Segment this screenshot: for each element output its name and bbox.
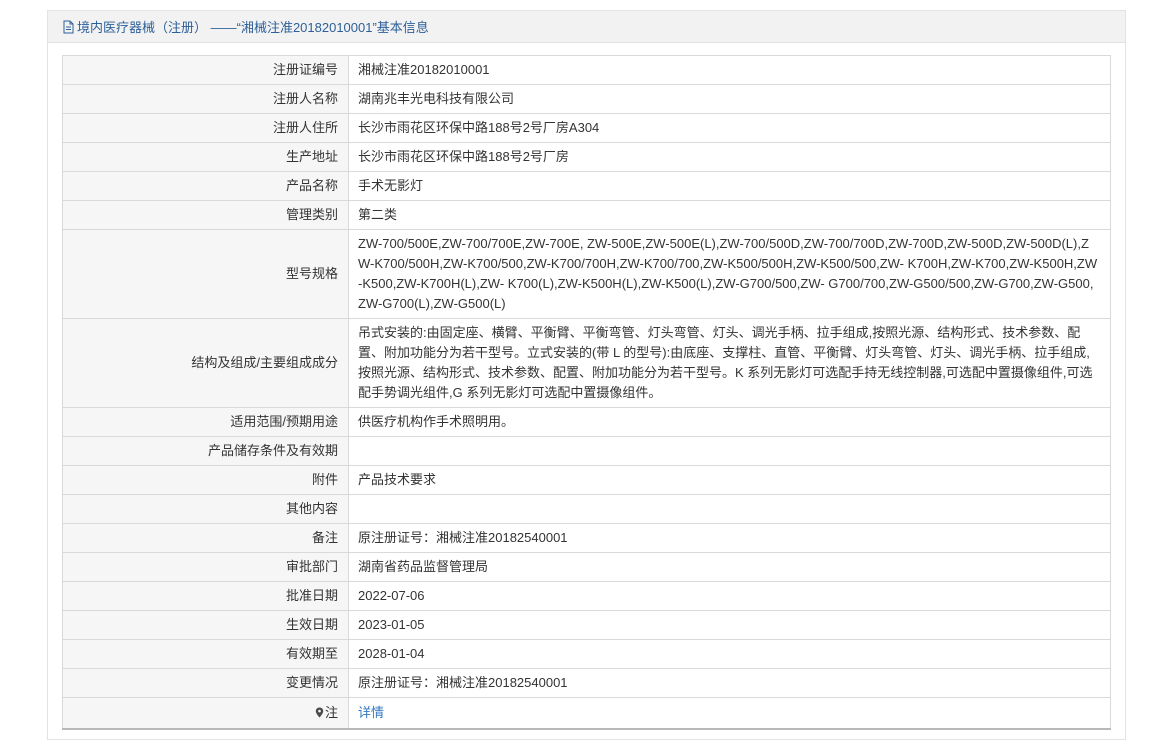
row-label: 生效日期 xyxy=(62,610,349,640)
row-label: 管理类别 xyxy=(62,200,349,230)
row-value: 手术无影灯 xyxy=(348,171,1111,201)
panel-header: 境内医疗器械（注册） ——“湘械注准20182010001”基本信息 xyxy=(48,11,1125,43)
row-value xyxy=(348,436,1111,466)
row-label: 备注 xyxy=(62,523,349,553)
row-label: 产品储存条件及有效期 xyxy=(62,436,349,466)
row-value: 原注册证号：湘械注准20182540001 xyxy=(348,668,1111,698)
row-value: 湘械注准20182010001 xyxy=(348,55,1111,85)
row-registrant-name: 注册人名称 湖南兆丰光电科技有限公司 xyxy=(62,84,1111,114)
row-value: ZW-700/500E,ZW-700/700E,ZW-700E, ZW-500E… xyxy=(348,229,1111,319)
row-value xyxy=(348,494,1111,524)
row-other-content: 其他内容 xyxy=(62,494,1111,524)
row-structure-composition: 结构及组成/主要组成成分 吊式安装的:由固定座、横臂、平衡臂、平衡弯管、灯头弯管… xyxy=(62,318,1111,408)
row-attachments: 附件 产品技术要求 xyxy=(62,465,1111,495)
row-value: 湖南兆丰光电科技有限公司 xyxy=(348,84,1111,114)
row-registration-number: 注册证编号 湘械注准20182010001 xyxy=(62,55,1111,85)
row-value: 供医疗机构作手术照明用。 xyxy=(348,407,1111,437)
row-remarks: 备注 原注册证号：湘械注准20182540001 xyxy=(62,523,1111,553)
note-label: 注 xyxy=(324,705,338,720)
row-label: 注册证编号 xyxy=(62,55,349,85)
panel-title: 境内医疗器械（注册） ——“湘械注准20182010001”基本信息 xyxy=(77,20,429,35)
info-panel: 境内医疗器械（注册） ——“湘械注准20182010001”基本信息 注册证编号… xyxy=(47,10,1126,740)
row-label: 生产地址 xyxy=(62,142,349,172)
row-effective-date: 生效日期 2023-01-05 xyxy=(62,610,1111,640)
row-value: 产品技术要求 xyxy=(348,465,1111,495)
row-label: 产品名称 xyxy=(62,171,349,201)
row-storage-conditions: 产品储存条件及有效期 xyxy=(62,436,1111,466)
note-label-cell: 注 xyxy=(62,697,349,730)
row-label: 有效期至 xyxy=(62,639,349,669)
row-model-spec: 型号规格 ZW-700/500E,ZW-700/700E,ZW-700E, ZW… xyxy=(62,229,1111,319)
row-label: 适用范围/预期用途 xyxy=(62,407,349,437)
note-value-cell: 详情 xyxy=(348,697,1111,730)
row-label: 审批部门 xyxy=(62,552,349,582)
document-icon xyxy=(62,20,75,34)
row-value: 2022-07-06 xyxy=(348,581,1111,611)
row-value: 吊式安装的:由固定座、横臂、平衡臂、平衡弯管、灯头弯管、灯头、调光手柄、拉手组成… xyxy=(348,318,1111,408)
row-label: 附件 xyxy=(62,465,349,495)
marker-icon xyxy=(315,704,324,718)
row-management-category: 管理类别 第二类 xyxy=(62,200,1111,230)
row-label: 变更情况 xyxy=(62,668,349,698)
row-value: 湖南省药品监督管理局 xyxy=(348,552,1111,582)
row-expiry-date: 有效期至 2028-01-04 xyxy=(62,639,1111,669)
row-label: 其他内容 xyxy=(62,494,349,524)
row-value: 2028-01-04 xyxy=(348,639,1111,669)
row-value: 长沙市雨花区环保中路188号2号厂房A304 xyxy=(348,113,1111,143)
row-value: 长沙市雨花区环保中路188号2号厂房 xyxy=(348,142,1111,172)
row-approval-date: 批准日期 2022-07-06 xyxy=(62,581,1111,611)
row-label: 注册人住所 xyxy=(62,113,349,143)
row-production-address: 生产地址 长沙市雨花区环保中路188号2号厂房 xyxy=(62,142,1111,172)
row-label: 注册人名称 xyxy=(62,84,349,114)
row-registrant-address: 注册人住所 长沙市雨花区环保中路188号2号厂房A304 xyxy=(62,113,1111,143)
row-product-name: 产品名称 手术无影灯 xyxy=(62,171,1111,201)
details-link[interactable]: 详情 xyxy=(358,705,384,720)
row-value: 原注册证号：湘械注准20182540001 xyxy=(348,523,1111,553)
row-approval-department: 审批部门 湖南省药品监督管理局 xyxy=(62,552,1111,582)
row-intended-use: 适用范围/预期用途 供医疗机构作手术照明用。 xyxy=(62,407,1111,437)
row-value: 2023-01-05 xyxy=(348,610,1111,640)
row-label: 批准日期 xyxy=(62,581,349,611)
panel-body: 注册证编号 湘械注准20182010001 注册人名称 湖南兆丰光电科技有限公司… xyxy=(48,43,1125,730)
row-label: 型号规格 xyxy=(62,229,349,319)
row-change-history: 变更情况 原注册证号：湘械注准20182540001 xyxy=(62,668,1111,698)
row-label: 结构及组成/主要组成成分 xyxy=(62,318,349,408)
row-note: 注 详情 xyxy=(62,697,1111,730)
info-table: 注册证编号 湘械注准20182010001 注册人名称 湖南兆丰光电科技有限公司… xyxy=(62,55,1111,730)
row-value: 第二类 xyxy=(348,200,1111,230)
